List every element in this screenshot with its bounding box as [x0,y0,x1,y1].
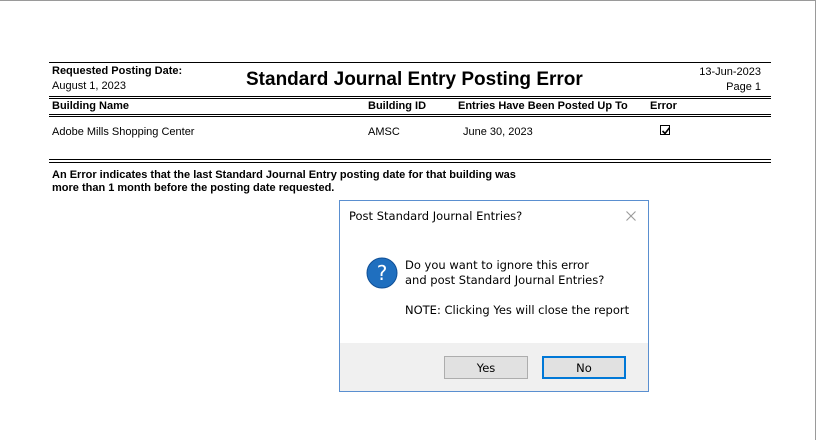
report-page-number: Page 1 [726,81,761,93]
row-posted-up-to: June 30, 2023 [463,126,533,138]
footer-rule-upper [49,159,771,160]
svg-text:?: ? [377,261,388,285]
question-icon: ? [366,257,398,289]
no-button[interactable]: No [542,356,626,379]
footnote-line-2: more than 1 month before the posting dat… [52,182,335,194]
footnote-line-1: An Error indicates that the last Standar… [52,169,516,181]
confirm-dialog: Post Standard Journal Entries? ? Do you … [339,200,649,392]
close-icon[interactable] [622,207,640,225]
dialog-message-line-1: Do you want to ignore this error [405,258,589,272]
header-top-rule [49,62,771,63]
report-run-date: 13-Jun-2023 [699,66,761,78]
dialog-button-bar: Yes No [340,343,648,391]
column-header-building-id: Building ID [368,100,427,112]
requested-posting-date-label: Requested Posting Date: [52,65,183,77]
row-building-name: Adobe Mills Shopping Center [52,126,195,138]
column-header-posted-up-to: Entries Have Been Posted Up To [458,100,628,112]
dialog-message-line-2: and post Standard Journal Entries? [405,273,605,287]
header-rule-lower [49,98,771,99]
header-rule-upper [49,96,771,97]
column-header-rule-upper [49,114,771,115]
dialog-title: Post Standard Journal Entries? [349,209,523,223]
report-title: Standard Journal Entry Posting Error [246,69,583,90]
column-header-error: Error [650,100,677,112]
footer-rule-lower [49,162,771,163]
checkmark-icon [661,127,671,135]
column-header-rule-lower [49,116,771,117]
dialog-note: NOTE: Clicking Yes will close the report [405,303,630,317]
yes-button[interactable]: Yes [444,356,528,379]
row-building-id: AMSC [368,126,400,138]
column-header-building-name: Building Name [52,100,130,112]
requested-posting-date: August 1, 2023 [52,80,127,92]
row-error-checkbox [660,125,671,135]
